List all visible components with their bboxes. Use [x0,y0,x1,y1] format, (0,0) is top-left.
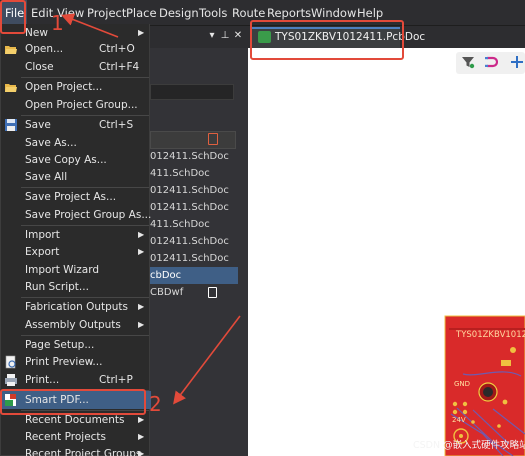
menu-item-print-preview[interactable]: Print Preview... [1,353,151,371]
open-folder-icon [5,46,17,54]
tree-item[interactable]: 012411.SchDoc [150,233,238,250]
menu-design[interactable]: Design [159,0,199,26]
add-icon[interactable] [510,55,524,69]
panel-search-input[interactable] [150,84,234,100]
annotation-step-2: 2 [149,392,162,416]
menu-item-open[interactable]: Open... Ctrl+O [1,40,151,58]
menu-item-save-project-group-as[interactable]: Save Project Group As... [1,206,151,224]
panel-pin-icon[interactable]: ⊥ [219,30,231,44]
tree-item[interactable]: 012411.SchDoc [150,148,238,165]
submenu-arrow-icon: ▶ [138,230,145,239]
pcb-document-icon [208,287,217,298]
project-tree: 012411.SchDoc 411.SchDoc 012411.SchDoc 0… [150,148,238,301]
menu-project[interactable]: Project [87,0,126,26]
menu-edit[interactable]: Edit [31,0,53,26]
magnet-icon[interactable] [484,55,498,69]
menu-tools[interactable]: Tools [199,0,227,26]
menu-item-import[interactable]: Import ▶ [1,226,151,244]
document-icon [208,133,218,145]
filter-icon[interactable] [461,55,475,69]
pcb-net-label: 24V [452,416,466,424]
menu-item-recent-projects[interactable]: Recent Projects ▶ [1,428,151,446]
menu-item-export[interactable]: Export ▶ [1,243,151,261]
menu-item-open-project-group[interactable]: Open Project Group... [1,96,151,114]
submenu-arrow-icon: ▶ [138,432,145,441]
print-preview-icon [5,355,16,369]
menu-item-save[interactable]: Save Ctrl+S [1,116,151,134]
menu-item-open-project[interactable]: Open Project... [1,78,151,96]
annotation-box-smart-pdf [0,389,146,415]
printer-icon [5,374,17,386]
pcb-board-label: TYS01ZKBV1012411 [456,330,525,340]
submenu-arrow-icon: ▶ [138,320,145,329]
annotation-box-file-menu [0,0,26,34]
menu-item-recent-project-groups[interactable]: Recent Project Groups ▶ [1,445,151,456]
menu-item-save-project-as[interactable]: Save Project As... [1,188,151,206]
save-icon [5,119,17,131]
menu-item-fabrication-outputs[interactable]: Fabrication Outputs ▶ [1,298,151,316]
menu-item-save-copy-as[interactable]: Save Copy As... [1,151,151,169]
menu-item-save-as[interactable]: Save As... [1,134,151,152]
tree-item[interactable]: 411.SchDoc [150,165,238,182]
tree-item[interactable]: 012411.SchDoc [150,182,238,199]
menu-item-print[interactable]: Print... Ctrl+P [1,371,151,389]
menu-place[interactable]: Place [126,0,157,26]
menu-item-save-all[interactable]: Save All [1,168,151,186]
submenu-arrow-icon: ▶ [138,449,145,456]
submenu-arrow-icon: ▶ [138,302,145,311]
menu-item-run-script[interactable]: Run Script... [1,278,151,296]
menu-item-import-wizard[interactable]: Import Wizard [1,261,151,279]
menu-item-close[interactable]: Close Ctrl+F4 [1,58,151,76]
panel-toolbar [150,131,236,149]
tree-item[interactable]: 012411.SchDoc [150,199,238,216]
csdn-watermark: CSDN @嵌入式硬件攻略站 [413,440,525,451]
pcb-net-label: GND [454,380,471,388]
menu-item-assembly-outputs[interactable]: Assembly Outputs ▶ [1,316,151,334]
annotation-box-document-tab [250,20,404,60]
submenu-arrow-icon: ▶ [138,247,145,256]
tree-item[interactable]: 012411.SchDoc [150,250,238,267]
panel-menu-icon[interactable]: ▾ [206,30,218,44]
tree-item[interactable]: 411.SchDoc [150,216,238,233]
tree-item-selected[interactable]: cbDoc [150,267,238,284]
annotation-step-1: 1 [51,11,64,35]
tree-item[interactable]: CBDwf [150,284,238,301]
panel-close-icon[interactable]: ✕ [232,30,244,44]
menu-item-page-setup[interactable]: Page Setup... [1,336,151,354]
open-project-icon [5,84,17,92]
